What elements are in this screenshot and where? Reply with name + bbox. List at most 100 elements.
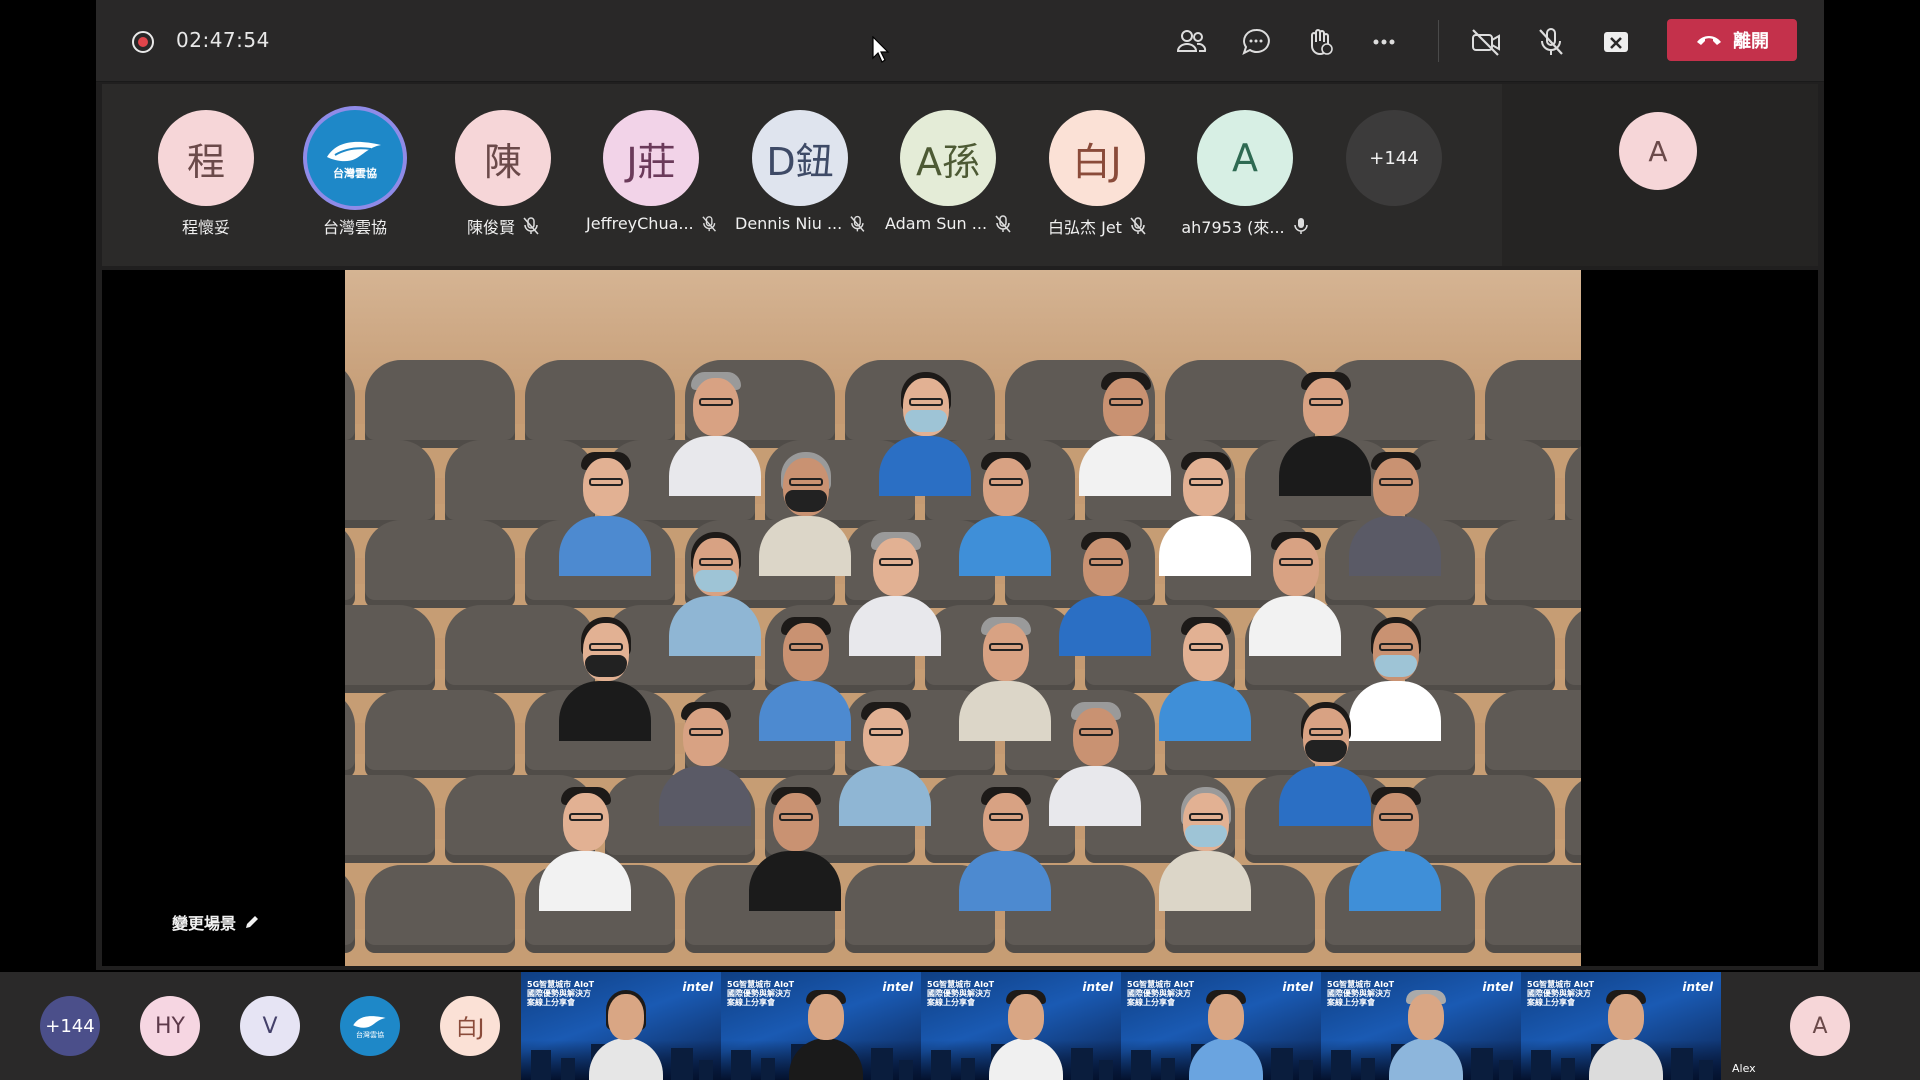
bottom-avatar[interactable]: V	[240, 996, 300, 1056]
attendee-glasses	[989, 643, 1023, 651]
thumbnail-event-title: 5G智慧城市 AIoT國際優勢與解決方案線上分享會	[1327, 980, 1395, 1007]
presenter-face	[608, 994, 644, 1040]
thumbnail-event-title: 5G智慧城市 AIoT國際優勢與解決方案線上分享會	[927, 980, 995, 1007]
attendee-glasses	[779, 813, 813, 821]
participant-name: JeffreyChua...	[586, 214, 694, 233]
skyline-building	[1099, 1060, 1113, 1080]
avatar-initials: 陳	[483, 139, 522, 184]
video-thumbnail[interactable]: 5G智慧城市 AIoT國際優勢與解決方案線上分享會 intel	[1121, 972, 1321, 1080]
pencil-icon	[246, 916, 259, 928]
attendee-glasses	[1379, 813, 1413, 821]
participant-tile[interactable]: 台灣雲協 台灣雲協	[290, 110, 420, 238]
skyline-building	[1299, 1060, 1313, 1080]
attendee-face	[983, 623, 1029, 681]
skyline-building	[961, 1058, 975, 1080]
attendee-glasses	[1379, 643, 1413, 651]
bottom-avatar[interactable]: 白J	[440, 996, 500, 1056]
presenter-face	[1208, 994, 1244, 1040]
attendee-glasses	[869, 728, 903, 736]
share-tray-icon[interactable]	[1598, 24, 1634, 60]
attendee-glasses	[1189, 813, 1223, 821]
together-mode-stage: 變更場景	[102, 270, 1818, 966]
bottom-self-avatar[interactable]: A	[1790, 996, 1850, 1056]
presenter-torso	[1189, 1038, 1263, 1080]
video-thumbnail[interactable]: 5G智慧城市 AIoT國際優勢與解決方案線上分享會 intel	[1521, 972, 1721, 1080]
avatar: 台灣雲協	[307, 110, 403, 206]
leave-label: 離開	[1733, 31, 1769, 52]
video-thumbnail[interactable]: 5G智慧城市 AIoT國際優勢與解決方案線上分享會 intel	[721, 972, 921, 1080]
overflow-participants-button[interactable]: +144	[1329, 110, 1459, 206]
participant-tile[interactable]: 程 程懷妥	[141, 110, 271, 238]
avatar: 程	[158, 110, 254, 206]
attendee-video	[945, 783, 1065, 923]
participant-gallery-strip: 程 程懷妥 台灣雲協 台灣雲協 陳 陳俊賢 J莊 JeffreyChua... …	[102, 84, 1502, 266]
attendee-face	[873, 538, 919, 596]
attendee-torso	[1059, 596, 1151, 656]
attendee-glasses	[1309, 728, 1343, 736]
attendee-glasses	[1379, 478, 1413, 486]
leave-button[interactable]: 離開	[1667, 19, 1797, 61]
attendee-torso	[1349, 516, 1441, 576]
self-avatar-initial: A	[1648, 134, 1668, 168]
participant-tile[interactable]: D鈕 Dennis Niu ...	[735, 110, 865, 233]
presenter-torso	[1389, 1038, 1463, 1080]
auditorium-seat	[365, 690, 515, 778]
attendee-torso	[959, 516, 1051, 576]
attendee-glasses	[1089, 558, 1123, 566]
mic-active-icon	[1293, 218, 1308, 234]
attendee-torso	[1159, 681, 1251, 741]
participant-tile[interactable]: A孫 Adam Sun ...	[883, 110, 1013, 233]
change-scene-button[interactable]: 變更場景	[172, 910, 260, 934]
video-thumbnail-strip: 5G智慧城市 AIoT國際優勢與解決方案線上分享會 intel 5G智慧城市 AIo…	[521, 972, 1721, 1080]
avatar: 陳	[455, 110, 551, 206]
participant-tile[interactable]: 陳 陳俊賢	[438, 110, 568, 238]
raise-hand-icon[interactable]	[1302, 24, 1338, 60]
mic-muted-icon	[850, 215, 865, 232]
auditorium-seat	[1485, 690, 1581, 778]
video-thumbnail[interactable]: 5G智慧城市 AIoT國際優勢與解決方案線上分享會 intel	[521, 972, 721, 1080]
chat-icon[interactable]	[1238, 24, 1274, 60]
attendee-torso	[959, 851, 1051, 911]
avatar-initials: A	[1812, 1013, 1828, 1039]
intel-logo: intel	[1282, 980, 1313, 994]
bottom-overflow-count: +144	[45, 1015, 95, 1037]
more-options-icon[interactable]	[1366, 24, 1402, 60]
auditorium-seat	[1485, 865, 1581, 953]
attendee-video	[1145, 613, 1265, 753]
toolbar-divider	[1438, 20, 1439, 62]
attendee-glasses	[1079, 728, 1113, 736]
mic-muted-icon	[523, 217, 539, 235]
participant-name: 白弘杰 Jet	[1048, 218, 1122, 237]
video-thumbnail[interactable]: 5G智慧城市 AIoT國際優勢與解決方案線上分享會 intel	[921, 972, 1121, 1080]
attendee-face-mask	[1375, 655, 1417, 677]
change-scene-label: 變更場景	[172, 914, 237, 933]
attendee-torso	[1159, 851, 1251, 911]
skyline-building	[531, 1050, 551, 1080]
attendee-face	[1273, 538, 1319, 596]
bottom-avatar[interactable]: HY	[140, 996, 200, 1056]
attendee-video	[735, 783, 855, 923]
attendee-face-mask	[1305, 740, 1347, 762]
intel-logo: intel	[682, 980, 713, 994]
attendee-face	[683, 708, 729, 766]
bottom-avatar[interactable]: 台灣雲協	[340, 996, 400, 1056]
participant-tile[interactable]: A ah7953 (來...	[1180, 110, 1310, 238]
attendee-glasses	[989, 478, 1023, 486]
camera-off-icon[interactable]	[1468, 24, 1504, 60]
attendee-face	[773, 793, 819, 851]
avatar-initials: 白J	[1072, 139, 1122, 184]
skyline-building	[1331, 1050, 1351, 1080]
attendee-torso	[559, 681, 651, 741]
skyline-building	[1561, 1058, 1575, 1080]
skyline-building	[1699, 1060, 1713, 1080]
participant-tile[interactable]: 白J 白弘杰 Jet	[1032, 110, 1162, 238]
video-thumbnail[interactable]: 5G智慧城市 AIoT國際優勢與解決方案線上分享會 intel	[1321, 972, 1521, 1080]
participants-icon[interactable]	[1173, 24, 1209, 60]
participant-tile[interactable]: J莊 JeffreyChua...	[586, 110, 716, 233]
attendee-video	[545, 448, 665, 588]
attendee-glasses	[569, 813, 603, 821]
bottom-overflow-button[interactable]: +144	[40, 996, 100, 1056]
skyline-building	[1361, 1058, 1375, 1080]
mic-off-icon[interactable]	[1533, 24, 1569, 60]
attendee-face	[1083, 538, 1129, 596]
